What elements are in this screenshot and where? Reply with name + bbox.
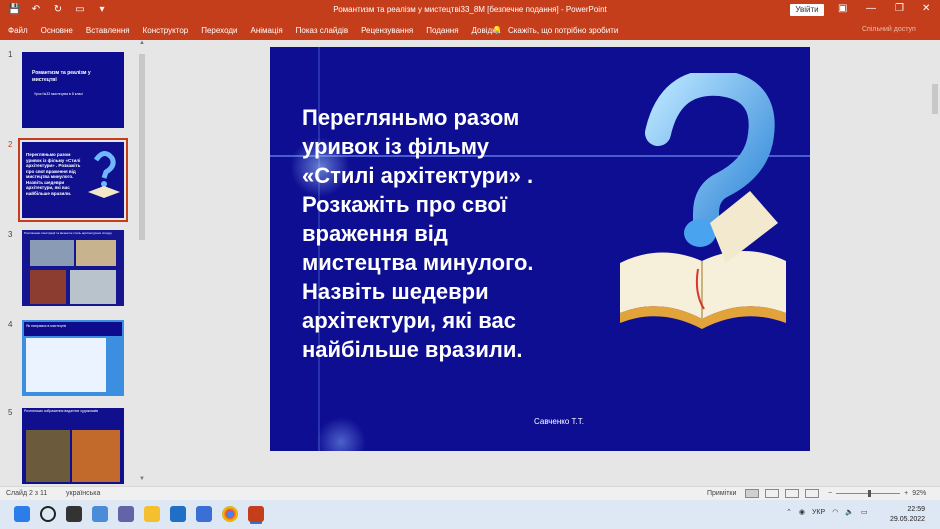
thumbnail-text: Перегляньмо разом уривок із фільму «Стил… xyxy=(26,152,81,196)
thumbnail-image xyxy=(30,240,74,266)
time: 22:59 xyxy=(907,506,926,513)
ribbon-tabs: Файл Основне Вставлення Конструктор Пере… xyxy=(0,20,940,40)
zoom-level[interactable]: 92% xyxy=(912,490,926,497)
slide-thumbnail-3[interactable]: Розглянемо ілюстрації та визначте стиль … xyxy=(22,230,124,306)
slide-thumbnail-2[interactable]: Перегляньмо разом уривок із фільму «Стил… xyxy=(18,138,128,222)
widgets-icon[interactable] xyxy=(92,506,108,522)
lightbulb-icon: 💡 xyxy=(492,26,502,35)
chrome-icon[interactable] xyxy=(222,506,238,522)
title-bar: 💾 ↶ ↻ ▭ ▾ Романтизм та реалізм у мистецт… xyxy=(0,0,940,20)
current-slide[interactable]: Перегляньмо разом уривок із фільму «Стил… xyxy=(270,47,810,451)
status-bar: Слайд 2 з 11 українська Примітки − + 92% xyxy=(0,486,940,500)
slide-thumbnail-5[interactable]: Розгляньмо зображення видатних художникі… xyxy=(22,408,124,484)
tab-slideshow[interactable]: Показ слайдів xyxy=(296,26,348,35)
search-icon[interactable] xyxy=(40,506,56,522)
tab-design[interactable]: Конструктор xyxy=(143,26,189,35)
zoom-control: − + 92% xyxy=(828,490,926,497)
battery-icon[interactable]: ▭ xyxy=(861,508,868,516)
scrollbar-thumb[interactable] xyxy=(139,54,145,240)
thumbnail-image xyxy=(30,270,66,304)
thumbnail-subtitle: Урок №33 мистецтва в 8 класі xyxy=(34,92,83,96)
thumbnail-number: 1 xyxy=(8,50,13,59)
question-mark-book-icon xyxy=(620,73,786,329)
thumbnail-image xyxy=(76,240,116,266)
clock[interactable]: 22:59 29.05.2022 xyxy=(890,505,925,525)
slide-thumbnails-pane: 1 Романтизм та реалізм у мистецтві Урок … xyxy=(0,40,146,486)
thumbnail-title: Романтизм та реалізм у мистецтві xyxy=(32,70,91,83)
scroll-down-icon[interactable]: ▼ xyxy=(138,476,146,484)
thumbnail-text: Розгляньмо зображення видатних художникі… xyxy=(24,409,99,413)
thumbnail-text: Як напрямок в мистецтві xyxy=(24,322,122,336)
light-glow xyxy=(316,417,366,451)
slide-thumbnail-4[interactable]: Як напрямок в мистецтві xyxy=(22,320,124,396)
speaker-icon[interactable]: 🔈 xyxy=(845,508,854,516)
thumbnail-image xyxy=(26,430,70,482)
zoom-slider[interactable] xyxy=(836,490,901,497)
reading-view-icon[interactable] xyxy=(785,489,799,498)
scrollbar-thumb[interactable] xyxy=(932,84,938,114)
zoom-in-icon[interactable]: + xyxy=(904,490,908,497)
scroll-up-icon[interactable]: ▲ xyxy=(138,40,146,48)
powerpoint-icon[interactable] xyxy=(248,506,264,522)
notes-button[interactable]: Примітки xyxy=(707,490,736,497)
thumbnail-number: 3 xyxy=(8,230,13,239)
slide-counter: Слайд 2 з 11 xyxy=(6,490,48,497)
slide-main-text[interactable]: Перегляньмо разом уривок із фільму «Стил… xyxy=(302,103,612,364)
thumbnail-number: 2 xyxy=(8,140,13,149)
maximize-icon[interactable]: ❐ xyxy=(895,3,904,14)
keyboard-language[interactable]: УКР xyxy=(812,509,825,516)
thumbnail-number: 5 xyxy=(8,408,13,417)
chevron-up-icon[interactable]: ⌃ xyxy=(786,508,792,516)
slide-author[interactable]: Савченко Т.Т. xyxy=(534,417,584,426)
app-tray-icon[interactable]: ◉ xyxy=(799,508,805,516)
minimize-icon[interactable]: — xyxy=(866,3,876,14)
file-explorer-icon[interactable] xyxy=(144,506,160,522)
store-icon[interactable] xyxy=(196,506,212,522)
windows-taskbar: ⌃ ◉ УКР ◠ 🔈 ▭ 22:59 29.05.2022 xyxy=(0,500,940,529)
thumbnail-body xyxy=(26,338,106,392)
slideshow-view-icon[interactable] xyxy=(805,489,819,498)
system-tray: ⌃ ◉ УКР ◠ 🔈 ▭ xyxy=(786,508,868,517)
thumbnail-text: Розглянемо ілюстрації та визначте стиль … xyxy=(24,231,112,235)
tab-home[interactable]: Основне xyxy=(41,26,73,35)
zoom-out-icon[interactable]: − xyxy=(828,490,832,497)
tab-review[interactable]: Рецензування xyxy=(361,26,413,35)
slide-sorter-icon[interactable] xyxy=(765,489,779,498)
close-icon[interactable]: ✕ xyxy=(922,3,930,14)
signin-button[interactable]: Увійти xyxy=(790,4,824,16)
tab-transitions[interactable]: Переходи xyxy=(201,26,237,35)
slide-scrollbar[interactable] xyxy=(930,40,940,486)
thumbnails-scrollbar[interactable]: ▲ ▼ xyxy=(138,40,146,486)
chat-icon[interactable] xyxy=(118,506,134,522)
normal-view-icon[interactable] xyxy=(745,489,759,498)
thumbnail-image xyxy=(70,270,116,304)
thumbnail-number: 4 xyxy=(8,320,13,329)
share-button[interactable]: Спільний доступ xyxy=(862,26,916,33)
question-book-icon xyxy=(88,151,120,198)
tab-file[interactable]: Файл xyxy=(8,26,28,35)
tab-insert[interactable]: Вставлення xyxy=(86,26,130,35)
tell-me-label: Скажіть, що потрібно зробити xyxy=(507,26,619,35)
tab-animations[interactable]: Анімація xyxy=(250,26,282,35)
tab-view[interactable]: Подання xyxy=(426,26,458,35)
date: 29.05.2022 xyxy=(890,516,926,523)
thumbnail-image xyxy=(72,430,120,482)
ribbon-display-icon[interactable]: ▣ xyxy=(838,3,847,14)
start-icon[interactable] xyxy=(14,506,30,522)
language-indicator[interactable]: українська xyxy=(66,490,100,497)
slide-thumbnail-1[interactable]: Романтизм та реалізм у мистецтві Урок №3… xyxy=(22,52,124,128)
mail-icon[interactable] xyxy=(170,506,186,522)
wifi-icon[interactable]: ◠ xyxy=(832,508,838,516)
tell-me-search[interactable]: 💡 Скажіть, що потрібно зробити xyxy=(492,26,618,35)
task-view-icon[interactable] xyxy=(66,506,82,522)
view-switcher xyxy=(745,489,819,498)
